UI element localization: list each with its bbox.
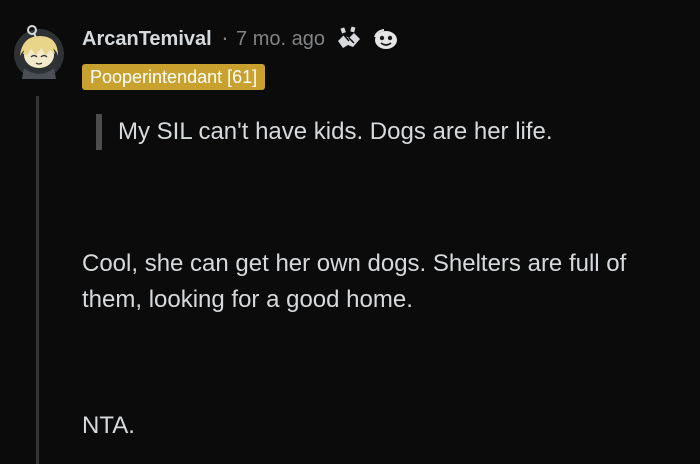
meta-separator: · — [221, 27, 229, 51]
user-flair: Pooperintendant [61] — [82, 64, 266, 90]
blockquote-text: My SIL can't have kids. Dogs are her lif… — [118, 118, 553, 145]
user-avatar[interactable] — [12, 24, 66, 80]
comment-meta: ArcanTemival · 7 mo. ago — [82, 24, 399, 54]
comment-paragraph-1: Cool, she can get her own dogs. Shelters… — [82, 246, 626, 318]
comment-timestamp[interactable]: 7 mo. ago — [236, 28, 325, 51]
comment-line: them, looking for a good home. — [82, 286, 413, 313]
blockquote-bar — [96, 114, 102, 150]
handshake-icon[interactable] — [335, 25, 363, 53]
comment-line: NTA. — [82, 412, 135, 439]
thread-collapse-line[interactable] — [36, 96, 39, 464]
comment-paragraph-2: NTA. — [82, 408, 135, 444]
face-icon[interactable] — [371, 25, 399, 53]
comment-author[interactable]: ArcanTemival — [82, 28, 212, 51]
comment-line: Cool, she can get her own dogs. Shelters… — [82, 250, 627, 277]
